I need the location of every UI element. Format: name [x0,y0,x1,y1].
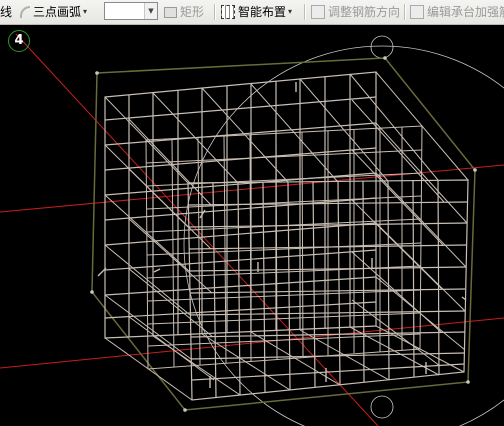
arc-option-select[interactable]: ▼ [104,2,158,20]
dropdown-arrow-icon[interactable]: ▼ [144,3,157,19]
grid-layout-icon [221,5,235,19]
axis-number-marker[interactable]: 4 [8,30,30,52]
smart-layout-button[interactable]: 智能布置 ▾ [221,3,292,21]
line-label: 线 [0,5,13,19]
toolbar-separator [214,4,216,20]
drawing-viewport[interactable] [0,25,504,426]
three-point-arc-tool[interactable]: 三点画弧 ▾ [20,3,87,21]
arc-label: 三点画弧 [33,5,82,19]
rectangle-icon [164,6,177,18]
chevron-down-icon[interactable]: ▾ [83,3,87,21]
adjust-direction-icon [311,5,325,19]
line-tool[interactable]: 线 [0,3,12,21]
edit-cap-reinforcement-button[interactable]: 编辑承台加强筋 [410,3,504,21]
edit-cap-label: 编辑承台加强筋 [427,5,504,19]
drawing-toolbar: 线 三点画弧 ▾ ▼ 矩形 智能布置 ▾ 调整钢筋方向 编辑承台加强筋 [0,0,504,25]
rect-label: 矩形 [180,5,205,19]
adjust-rebar-label: 调整钢筋方向 [328,5,401,19]
toolbar-separator [304,4,306,20]
edit-icon [410,5,424,19]
toolbar-separator [404,4,406,20]
smart-layout-label: 智能布置 [238,5,287,19]
axis-number: 4 [14,33,24,48]
rectangle-tool[interactable]: 矩形 [164,3,204,21]
chevron-down-icon[interactable]: ▾ [288,3,292,21]
adjust-rebar-direction-button[interactable]: 调整钢筋方向 [311,3,400,21]
arc-icon [20,6,30,18]
